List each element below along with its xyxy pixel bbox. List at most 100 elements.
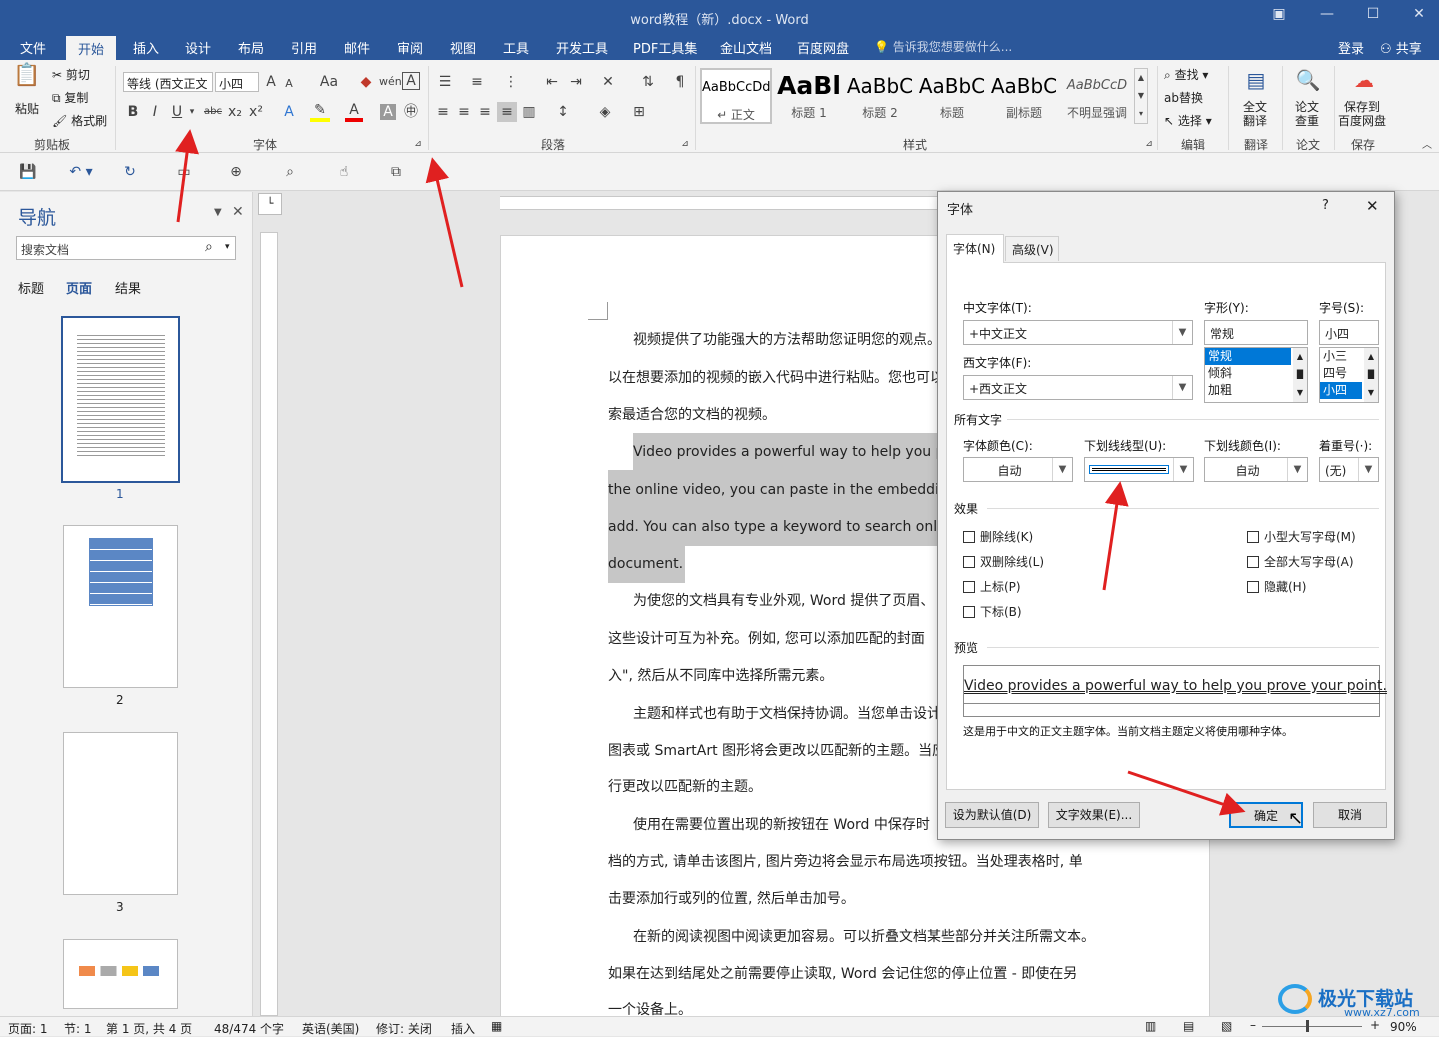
zoom-slider[interactable] — [1262, 1026, 1362, 1027]
replace-button[interactable]: ab替换 — [1164, 89, 1203, 106]
status-language[interactable]: 英语(美国) — [302, 1020, 359, 1037]
paragraph-dialog-launcher-icon[interactable]: ⊿ — [679, 138, 691, 150]
superscript-checkbox[interactable]: 上标(P) — [963, 578, 1021, 595]
tab-insert[interactable]: 插入 — [133, 38, 159, 57]
align-center-icon[interactable]: ≡ — [455, 102, 473, 122]
checkbox-box[interactable] — [963, 531, 975, 543]
chinese-layout-icon[interactable]: ✕ — [596, 72, 620, 92]
close-button[interactable]: ✕ — [1404, 6, 1434, 26]
undo-icon[interactable]: ↶ ▾ — [66, 162, 96, 182]
font-color-icon[interactable]: A — [345, 102, 363, 122]
borders-icon[interactable]: ⊞ — [628, 102, 650, 122]
tab-review[interactable]: 审阅 — [397, 38, 423, 57]
doc-paragraph[interactable]: 如果在达到结尾处之前需要停止读取, Word 会记住您的停止位置 - 即使在另 — [608, 964, 1077, 984]
status-page-of[interactable]: 第 1 页, 共 4 页 — [106, 1020, 192, 1037]
tab-file[interactable]: 文件 — [20, 38, 46, 57]
text-effects-icon[interactable]: A — [280, 102, 298, 122]
bullets-icon[interactable]: ☰ — [434, 72, 456, 92]
bold-button[interactable]: B — [125, 102, 141, 122]
font-size-list[interactable]: 小三 四号 小四 ▲ █ ▼ — [1319, 347, 1379, 403]
baidu-cloud-icon[interactable]: ☁ — [1346, 66, 1382, 94]
page-thumbnail-4[interactable] — [63, 939, 178, 1009]
print-layout-icon[interactable]: ▭ — [174, 162, 194, 182]
numbering-icon[interactable]: ≡ — [466, 72, 488, 92]
paper-check-button[interactable]: 论文 查重 — [1295, 100, 1319, 128]
change-case-icon[interactable]: Aa — [314, 72, 344, 92]
doc-paragraph-selected[interactable]: add. You can also type a keyword to sear… — [608, 517, 982, 537]
tab-view[interactable]: 视图 — [450, 38, 476, 57]
tab-design[interactable]: 设计 — [185, 38, 211, 57]
font-color-combo[interactable]: 自动 ▼ — [963, 457, 1073, 482]
doc-paragraph[interactable]: 为使您的文档具有专业外观, Word 提供了页眉、 — [633, 591, 934, 611]
maximize-button[interactable]: ☐ — [1358, 6, 1388, 26]
translate-button[interactable]: 全文 翻译 — [1243, 100, 1267, 128]
doc-paragraph[interactable]: 视频提供了功能强大的方法帮助您证明您的观点。 — [633, 330, 941, 350]
zoom-slider-thumb[interactable] — [1306, 1020, 1309, 1032]
login-link[interactable]: 登录 — [1338, 38, 1364, 57]
multilevel-list-icon[interactable]: ⋮ — [500, 72, 522, 92]
nav-search-input[interactable]: 搜索文档 — [21, 241, 69, 258]
small-caps-checkbox[interactable]: 小型大写字母(M) — [1247, 528, 1356, 545]
copy-button[interactable]: ⧉ 复制 — [52, 89, 88, 106]
hidden-checkbox[interactable]: 隐藏(H) — [1247, 578, 1306, 595]
nav-options-icon[interactable]: ▼ — [214, 207, 222, 218]
all-caps-checkbox[interactable]: 全部大写字母(A) — [1247, 553, 1354, 570]
chevron-down-icon[interactable]: ▼ — [1358, 458, 1378, 481]
doc-paragraph-selected[interactable]: document. — [608, 554, 683, 574]
list-item[interactable]: 常规 — [1205, 348, 1291, 365]
cut-button[interactable]: ✂ 剪切 — [52, 66, 90, 83]
decrease-indent-icon[interactable]: ⇤ — [542, 72, 562, 92]
font-style-list[interactable]: 常规 倾斜 加粗 ▲ █ ▼ — [1204, 347, 1308, 403]
vertical-ruler[interactable] — [260, 232, 278, 1016]
status-track-changes[interactable]: 修订: 关闭 — [376, 1020, 432, 1037]
dialog-close-button[interactable]: ✕ — [1366, 197, 1379, 215]
grow-font-icon[interactable]: A — [263, 72, 279, 92]
nav-tab-results[interactable]: 结果 — [115, 278, 141, 297]
doc-paragraph-selected[interactable]: the online video, you can paste in the e… — [608, 480, 986, 500]
underline-button[interactable]: U — [169, 102, 185, 122]
status-page[interactable]: 页面: 1 — [8, 1020, 48, 1037]
doc-paragraph[interactable]: 以在想要添加的视频的嵌入代码中进行粘贴。您也可以 — [608, 368, 944, 388]
doc-paragraph[interactable]: 主题和样式也有助于文档保持协调。当您单击设计 — [633, 704, 941, 724]
zoom-in-icon[interactable]: + — [1370, 1018, 1380, 1032]
enclose-char-icon[interactable]: ㊥ — [402, 102, 420, 122]
styles-dialog-launcher-icon[interactable]: ⊿ — [1143, 138, 1155, 150]
tab-selector-icon[interactable]: └ — [258, 193, 282, 215]
nav-close-icon[interactable]: ✕ — [232, 204, 244, 220]
list-item[interactable]: 加粗 — [1205, 382, 1307, 399]
page-thumbnail-2[interactable] — [63, 525, 178, 688]
status-section[interactable]: 节: 1 — [64, 1020, 92, 1037]
clear-format-icon[interactable]: ◆ — [356, 72, 376, 92]
emphasis-combo[interactable]: (无) ▼ — [1319, 457, 1379, 482]
style-title[interactable]: AaBbC 标题 — [918, 68, 986, 124]
west-font-combo[interactable]: +西文正文 ▼ — [963, 375, 1193, 400]
list-item[interactable]: 小四 — [1320, 382, 1362, 399]
char-border-icon[interactable]: A — [402, 72, 420, 90]
page-thumbnail-3[interactable] — [63, 732, 178, 895]
ribbon-display-icon[interactable]: ▣ — [1264, 6, 1294, 26]
doc-paragraph[interactable]: 行更改以匹配新的主题。 — [608, 777, 762, 797]
touch-mode-icon[interactable]: ☝ — [334, 162, 354, 182]
tab-baidu-netdisk[interactable]: 百度网盘 — [797, 38, 849, 57]
cancel-button[interactable]: 取消 — [1313, 802, 1387, 828]
select-button[interactable]: ↖ 选择 ▾ — [1164, 112, 1212, 129]
tab-references[interactable]: 引用 — [291, 38, 317, 57]
underline-color-combo[interactable]: 自动 ▼ — [1204, 457, 1308, 482]
font-style-input[interactable]: 常规 — [1204, 320, 1308, 345]
set-default-button[interactable]: 设为默认值(D) — [945, 802, 1039, 828]
macro-icon[interactable]: ▦ — [491, 1019, 502, 1033]
tab-developer[interactable]: 开发工具 — [556, 38, 608, 57]
underline-dropdown-icon[interactable]: ▾ — [186, 102, 198, 122]
checkbox-box[interactable] — [1247, 531, 1259, 543]
tab-kingsoft-docs[interactable]: 金山文档 — [720, 38, 772, 57]
tab-layout[interactable]: 布局 — [238, 38, 264, 57]
checkbox-box[interactable] — [1247, 581, 1259, 593]
search-icon[interactable]: ⌕ — [205, 239, 213, 255]
double-strike-checkbox[interactable]: 双删除线(L) — [963, 553, 1044, 570]
status-words[interactable]: 48/474 个字 — [214, 1020, 284, 1037]
format-painter-button[interactable]: 🖌 格式刷 — [52, 112, 107, 129]
sort-icon[interactable]: ⇅ — [638, 72, 658, 92]
tab-font[interactable]: 字体(N) — [946, 234, 1004, 263]
shrink-font-icon[interactable]: A — [282, 74, 296, 94]
styles-scroll-icon[interactable]: ▲ ▼ ▾ — [1134, 68, 1148, 124]
